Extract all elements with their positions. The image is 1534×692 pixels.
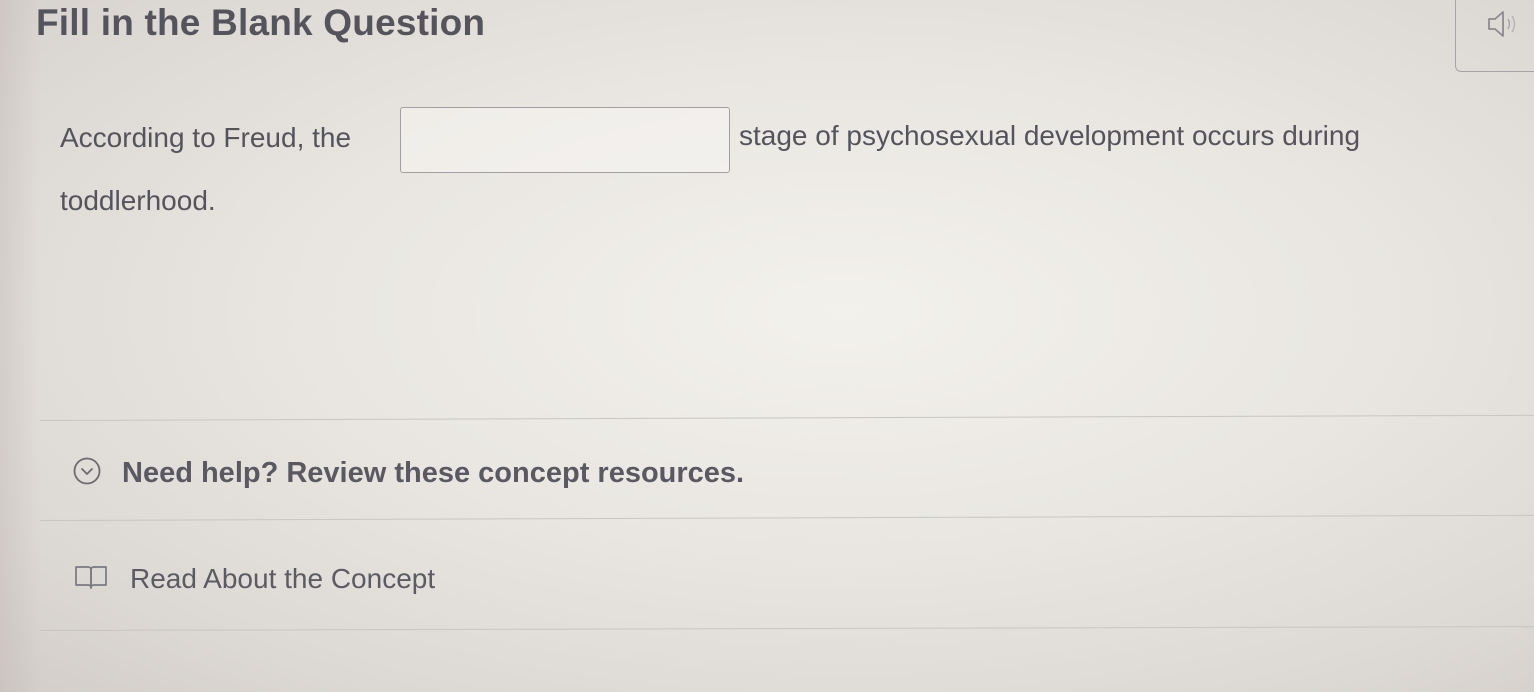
question-text-after: stage of psychosexual development occurs… — [739, 120, 1361, 151]
read-about-concept-label: Read About the Concept — [130, 563, 436, 594]
divider — [39, 626, 1534, 631]
chevron-down-circle-icon — [72, 456, 122, 491]
background-shade — [0, 0, 40, 692]
divider — [39, 414, 1534, 421]
concept-resources-toggle[interactable]: Need help? Review these concept resource… — [72, 456, 744, 491]
read-aloud-button[interactable] — [1455, 0, 1534, 72]
question-text-before: According to Freud, the — [60, 122, 352, 153]
concept-resources-label: Need help? Review these concept resource… — [122, 457, 745, 489]
question-text-continued: toddlerhood. — [60, 185, 216, 216]
book-icon — [74, 564, 130, 595]
page-title: Fill in the Blank Question — [36, 2, 486, 43]
divider — [39, 514, 1534, 521]
answer-blank-input[interactable] — [400, 107, 730, 173]
read-about-concept-link[interactable]: Read About the Concept — [74, 563, 435, 595]
